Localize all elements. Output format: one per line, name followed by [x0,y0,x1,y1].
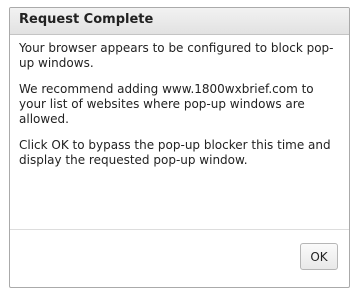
dialog-body: Your browser appears to be configured to… [10,35,349,168]
popup-blocked-dialog: Request Complete Your browser appears to… [9,7,350,288]
dialog-title: Request Complete [19,12,154,27]
dialog-message-instructions: Click OK to bypass the pop-up blocker th… [19,138,331,167]
dialog-titlebar: Request Complete [10,8,349,35]
ok-button[interactable]: OK [300,243,338,270]
dialog-footer: OK [10,229,349,287]
dialog-message-recommendation: We recommend adding www.1800wxbrief.com … [19,82,314,126]
dialog-message-browser-config: Your browser appears to be configured to… [19,41,334,70]
